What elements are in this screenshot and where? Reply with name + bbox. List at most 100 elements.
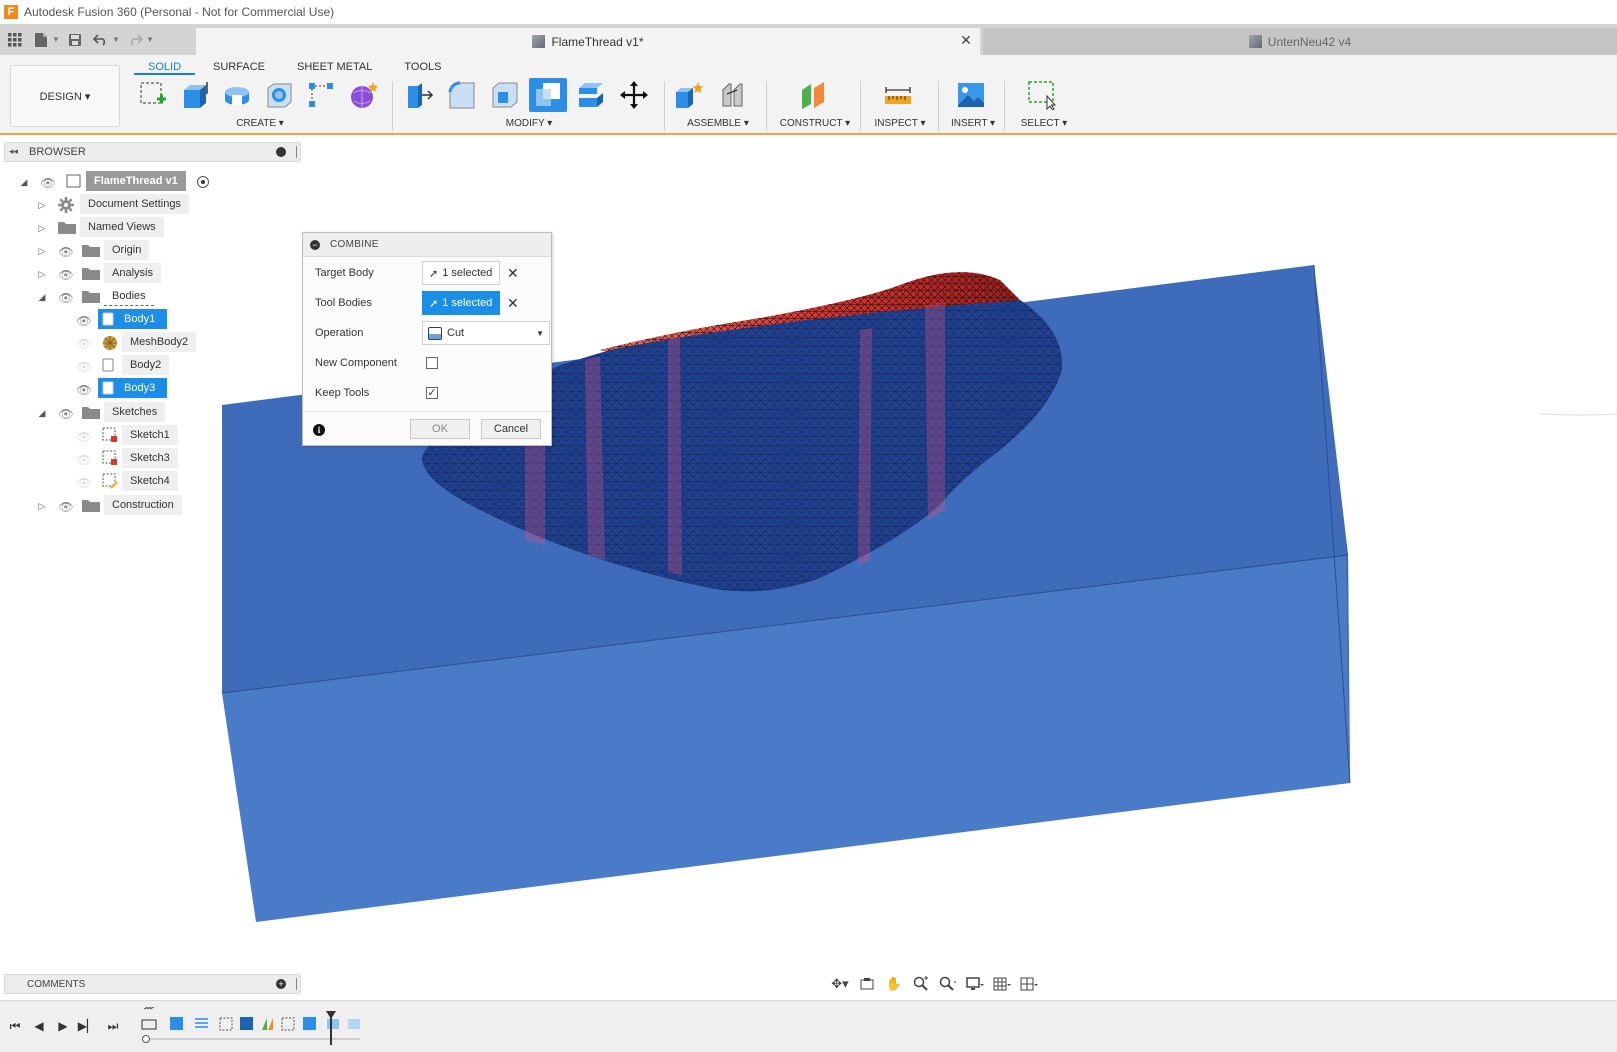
tab-solid[interactable]: SOLID (134, 57, 196, 75)
data-panel-grid-icon[interactable] (4, 29, 26, 51)
dialog-header[interactable]: − COMBINE (303, 233, 551, 257)
select-menu[interactable]: SELECT ▾ (1008, 118, 1080, 129)
hidden-eye-icon[interactable]: 👁 (76, 476, 92, 490)
collapse-dialog-icon[interactable]: − (310, 239, 320, 250)
step-back-icon[interactable]: ◀ (30, 1017, 48, 1035)
shell-icon[interactable] (486, 78, 524, 112)
timeline-marker[interactable] (330, 1013, 332, 1045)
browser-item-named-views[interactable]: Named Views (80, 217, 164, 237)
panel-resize-handle[interactable] (296, 978, 298, 990)
create-sketch-icon[interactable] (134, 78, 171, 112)
step-forward-icon[interactable]: ▶▏ (78, 1017, 96, 1035)
file-menu-caret-icon[interactable]: ▼ (52, 35, 60, 44)
new-component-icon[interactable] (670, 78, 708, 112)
joint-icon[interactable] (713, 78, 751, 112)
expand-triangle-icon[interactable]: ▷ (36, 199, 48, 211)
move-copy-icon[interactable] (615, 78, 653, 112)
activate-component-radio[interactable] (197, 176, 209, 188)
info-icon[interactable]: i (313, 424, 325, 436)
tool-bodies-selector[interactable]: ➚ 1 selected (422, 291, 500, 315)
browser-item-meshbody2[interactable]: MeshBody2 (122, 332, 197, 352)
hidden-eye-icon[interactable]: 👁 (76, 360, 92, 374)
display-settings-icon[interactable] (963, 973, 987, 995)
redo-caret-icon[interactable]: ▼ (146, 35, 154, 44)
create-menu[interactable]: CREATE ▾ (134, 118, 386, 129)
browser-item-body2[interactable]: Body2 (122, 355, 170, 375)
hidden-eye-icon[interactable]: 👁 (76, 453, 92, 467)
combine-icon[interactable] (529, 78, 567, 112)
construct-menu[interactable]: CONSTRUCT ▾ (770, 118, 860, 129)
expand-triangle-icon[interactable]: ▷ (36, 500, 48, 512)
offset-plane-icon[interactable] (794, 78, 832, 112)
orbit-icon[interactable]: ✥▾ (828, 973, 852, 995)
fit-zoom-icon[interactable] (936, 973, 960, 995)
new-component-checkbox[interactable] (426, 357, 438, 369)
keep-tools-checkbox[interactable]: ✓ (426, 387, 438, 399)
document-tab-untenneu42[interactable]: UntenNeu42 v4 (983, 28, 1617, 55)
document-tab-flamethread[interactable]: FlameThread v1* ✕ (196, 28, 980, 55)
visibility-eye-icon[interactable]: 👁 (58, 245, 74, 259)
browser-item-document-settings[interactable]: Document Settings (80, 194, 189, 214)
pattern-icon[interactable] (302, 78, 339, 112)
insert-image-icon[interactable] (952, 78, 990, 112)
collapse-triangle-icon[interactable]: ◢ (36, 407, 48, 419)
browser-item-origin[interactable]: Origin (104, 240, 150, 260)
zoom-icon[interactable] (909, 973, 933, 995)
clear-selection-icon[interactable]: ✕ (507, 295, 519, 312)
browser-item-analysis[interactable]: Analysis (104, 263, 161, 283)
extrude-icon[interactable] (176, 78, 213, 112)
browser-item-sketches[interactable]: Sketches (104, 402, 166, 422)
visibility-eye-icon[interactable]: 👁 (58, 268, 74, 282)
window-select-icon[interactable] (1023, 78, 1061, 112)
operation-dropdown[interactable]: Cut ▼ (422, 321, 550, 345)
tab-sheet-metal[interactable]: SHEET METAL (283, 57, 386, 75)
save-icon[interactable] (64, 29, 86, 51)
expand-triangle-icon[interactable]: ▷ (36, 222, 48, 234)
tab-surface[interactable]: SURFACE (199, 57, 279, 75)
ok-button[interactable]: OK (410, 419, 470, 439)
viewports-icon[interactable] (1017, 973, 1041, 995)
model-canvas[interactable] (0, 137, 1617, 967)
insert-menu[interactable]: INSERT ▾ (942, 118, 1004, 129)
press-pull-icon[interactable] (400, 78, 438, 112)
visibility-eye-icon[interactable]: 👁 (40, 176, 56, 190)
hole-icon[interactable] (260, 78, 297, 112)
grid-settings-icon[interactable] (990, 973, 1014, 995)
undo-icon[interactable] (90, 29, 112, 51)
fillet-icon[interactable] (443, 78, 481, 112)
file-menu-icon[interactable] (30, 29, 52, 51)
visibility-eye-icon[interactable]: 👁 (76, 383, 92, 397)
browser-item-construction[interactable]: Construction (104, 495, 182, 515)
visibility-eye-icon[interactable]: 👁 (58, 500, 74, 514)
tab-tools[interactable]: TOOLS (390, 57, 455, 75)
inspect-menu[interactable]: INSPECT ▾ (864, 118, 936, 129)
comments-panel-header[interactable]: COMMENTS + (4, 974, 301, 994)
panel-resize-handle[interactable] (296, 146, 298, 158)
measure-icon[interactable] (879, 78, 917, 112)
visibility-eye-icon[interactable]: 👁 (76, 314, 92, 328)
browser-item-sketch1[interactable]: Sketch1 (122, 425, 178, 445)
play-icon[interactable]: ▶ (54, 1017, 72, 1035)
go-to-end-icon[interactable]: ⏭ (104, 1017, 122, 1035)
timeline-features[interactable] (140, 1007, 400, 1047)
offset-face-icon[interactable] (572, 78, 610, 112)
browser-panel-header[interactable]: ◂◂ BROWSER (4, 142, 301, 162)
hidden-eye-icon[interactable]: 👁 (76, 430, 92, 444)
look-at-icon[interactable] (855, 973, 879, 995)
visibility-eye-icon[interactable]: 👁 (58, 291, 74, 305)
workspace-switcher-button[interactable]: DESIGN ▾ (10, 65, 120, 127)
pan-hand-icon[interactable]: ✋ (882, 973, 906, 995)
collapse-triangle-icon[interactable]: ◢ (36, 291, 48, 303)
hidden-eye-icon[interactable]: 👁 (76, 337, 92, 351)
visibility-eye-icon[interactable]: 👁 (58, 407, 74, 421)
cancel-button[interactable]: Cancel (481, 419, 541, 439)
undo-caret-icon[interactable]: ▼ (112, 35, 120, 44)
target-body-selector[interactable]: ➚ 1 selected (422, 261, 500, 285)
go-to-start-icon[interactable]: ⏮ (6, 1017, 24, 1035)
add-comment-icon[interactable]: + (276, 979, 286, 989)
close-icon[interactable]: ✕ (958, 32, 974, 48)
revolve-icon[interactable] (218, 78, 255, 112)
3d-viewport[interactable] (0, 137, 1617, 967)
browser-root-component[interactable]: FlameThread v1 (86, 171, 186, 191)
expand-triangle-icon[interactable]: ▷ (36, 245, 48, 257)
